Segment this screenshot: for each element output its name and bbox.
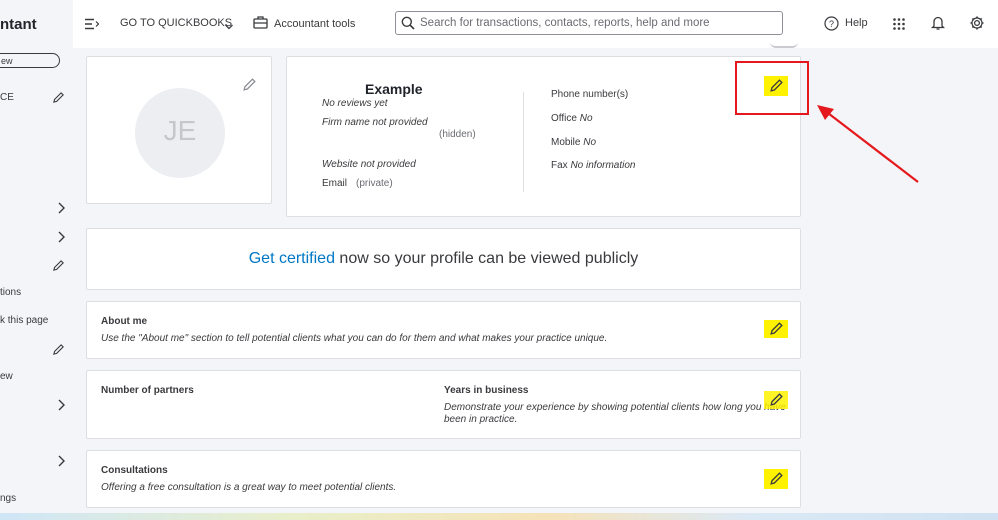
pencil-icon[interactable] xyxy=(242,77,257,97)
reviews-text: No reviews yet xyxy=(322,98,388,109)
briefcase-icon[interactable] xyxy=(253,15,268,34)
taskbar-strip xyxy=(0,513,998,520)
get-certified-link[interactable]: Get certified xyxy=(249,250,335,267)
view-button[interactable]: ew xyxy=(0,53,60,68)
search-bar[interactable] xyxy=(395,11,783,35)
pencil-icon[interactable] xyxy=(52,91,65,109)
avatar-card: JE xyxy=(86,56,272,204)
firm-hidden-note: (hidden) xyxy=(439,129,476,140)
mobile-value: No xyxy=(583,137,597,148)
app-brand: ntant xyxy=(0,16,37,33)
menu-icon[interactable] xyxy=(85,17,100,35)
certified-message: Get certified now so your profile can be… xyxy=(87,250,800,268)
scroll-indicator[interactable] xyxy=(770,40,798,48)
website-text: Website not provided xyxy=(322,159,416,170)
fax-value: No information xyxy=(570,160,636,171)
gear-icon[interactable] xyxy=(969,15,985,36)
apps-grid-icon[interactable] xyxy=(893,17,905,35)
office-value: No xyxy=(579,113,593,124)
column-divider xyxy=(523,92,524,192)
sidebar-item-settings[interactable]: ngs xyxy=(0,493,16,504)
firm-name-text: Firm name not provided xyxy=(322,117,428,128)
accountant-tools-button[interactable]: Accountant tools xyxy=(274,18,355,30)
about-me-desc: Use the "About me" section to tell poten… xyxy=(101,333,608,344)
bell-icon[interactable] xyxy=(930,15,946,36)
pencil-icon[interactable] xyxy=(52,343,65,361)
svg-text:?: ? xyxy=(829,19,834,29)
sidebar-item-ce[interactable]: CE xyxy=(0,92,14,103)
pencil-icon[interactable] xyxy=(769,321,784,341)
chevron-right-icon[interactable] xyxy=(56,454,66,470)
chevron-right-icon[interactable] xyxy=(56,201,66,217)
search-input[interactable] xyxy=(420,14,775,32)
get-certified-card: Get certified now so your profile can be… xyxy=(86,228,801,290)
office-row: Office No xyxy=(551,113,593,124)
chevron-right-icon[interactable] xyxy=(56,230,66,246)
consultations-card: Consultations Offering a free consultati… xyxy=(86,450,801,508)
arrow-annotation xyxy=(817,105,919,183)
mobile-label: Mobile xyxy=(551,137,581,148)
phone-header: Phone number(s) xyxy=(551,89,629,100)
consultations-desc: Offering a free consultation is a great … xyxy=(101,482,397,493)
pencil-icon[interactable] xyxy=(769,471,784,491)
profile-info-card: Example No reviews yet Firm name not pro… xyxy=(286,56,801,217)
accountant-tools-label: Accountant tools xyxy=(274,18,356,30)
partners-card: Number of partners Years in business Dem… xyxy=(86,370,801,439)
about-me-card: About me Use the "About me" section to t… xyxy=(86,301,801,359)
goto-quickbooks-label: GO TO QUICKBOOKS xyxy=(120,17,233,29)
annotation-box xyxy=(735,61,809,115)
mobile-row: Mobile No xyxy=(551,137,596,148)
help-button[interactable]: Help xyxy=(845,17,868,29)
office-label: Office xyxy=(551,113,577,124)
help-icon[interactable]: ? xyxy=(824,16,839,36)
left-sidebar: ntant ew CE tions k this page ew ngs xyxy=(0,0,73,520)
email-label: Email xyxy=(322,178,348,189)
pencil-icon[interactable] xyxy=(52,259,65,277)
fax-row: Fax No information xyxy=(551,160,635,171)
help-label: Help xyxy=(845,17,868,29)
years-desc-line1: Demonstrate your experience by showing p… xyxy=(444,402,786,413)
about-me-title: About me xyxy=(101,316,148,327)
consultations-title: Consultations xyxy=(101,465,168,476)
sidebar-item-this-page[interactable]: k this page xyxy=(0,315,48,326)
goto-quickbooks-button[interactable]: GO TO QUICKBOOKS xyxy=(120,17,232,29)
chevron-right-icon[interactable] xyxy=(56,398,66,414)
chevron-down-icon[interactable] xyxy=(224,18,234,36)
sidebar-item-tions[interactable]: tions xyxy=(0,287,21,298)
certified-rest-text: now so your profile can be viewed public… xyxy=(334,250,639,267)
years-title: Years in business xyxy=(444,385,529,396)
fax-label: Fax xyxy=(551,160,568,171)
avatar-initials: JE xyxy=(163,115,197,146)
years-desc-line2: been in practice. xyxy=(444,414,518,425)
profile-name: Example xyxy=(365,81,423,97)
search-icon xyxy=(401,16,415,35)
email-note: (private) xyxy=(356,178,393,189)
pencil-icon[interactable] xyxy=(769,392,784,412)
sidebar-item-ew[interactable]: ew xyxy=(0,371,13,382)
partners-title: Number of partners xyxy=(101,385,194,396)
